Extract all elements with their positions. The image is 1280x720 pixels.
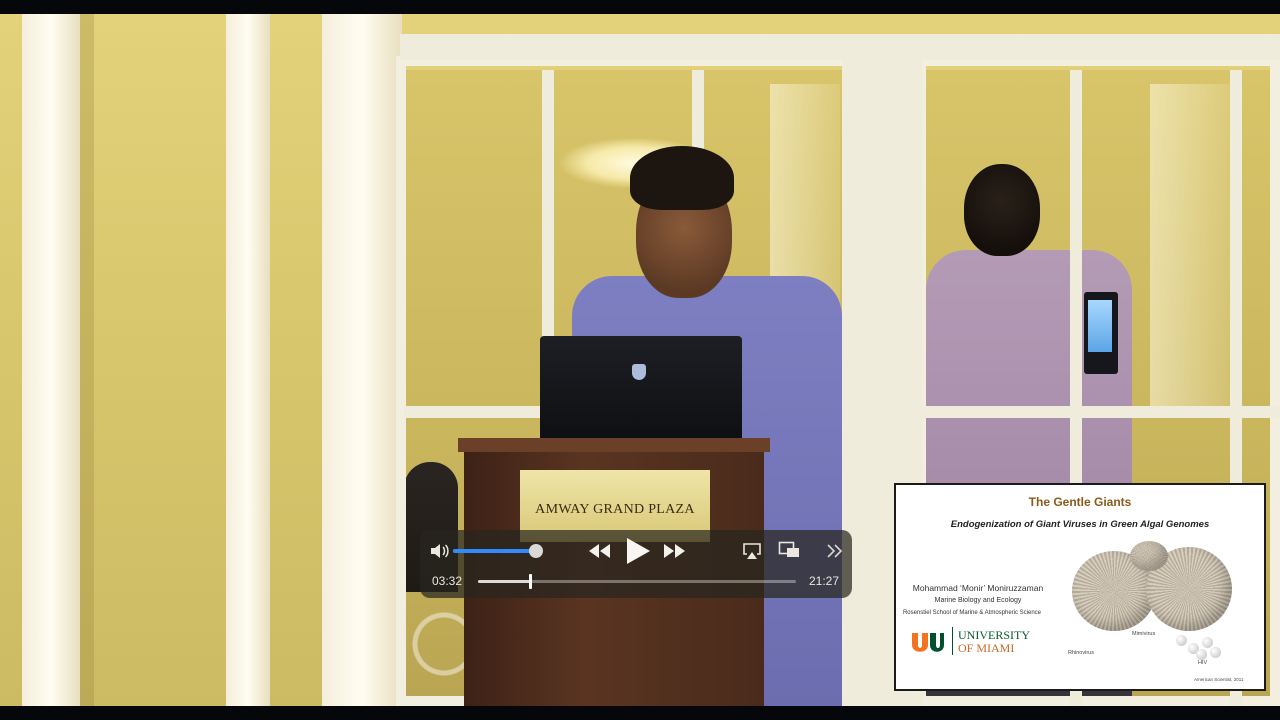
wall-shadow <box>80 14 94 706</box>
airplay-icon[interactable] <box>742 542 762 560</box>
fast-forward-icon[interactable] <box>662 542 686 560</box>
duration: 21:27 <box>809 574 840 588</box>
letterbox-top <box>0 0 1280 14</box>
slide-credit: American Scientist, 2011 <box>1194 677 1244 682</box>
letterbox-bottom <box>0 706 1280 720</box>
virus-image <box>1130 541 1168 571</box>
rewind-icon-svg <box>589 544 610 558</box>
picture-in-picture-icon[interactable] <box>778 541 800 559</box>
chevron-double-right-icon[interactable] <box>826 543 844 559</box>
virus-particle <box>1202 637 1213 648</box>
scrubber-playhead[interactable] <box>529 574 532 589</box>
podium-plaque-text: AMWAY GRAND PLAZA <box>535 502 695 517</box>
university-name: UNIVERSITY OF MIAMI <box>958 629 1030 655</box>
virus-particle <box>1196 649 1207 660</box>
university-logo-icon <box>910 631 946 655</box>
slide-author: Mohammad ‘Monir’ Moniruzzaman <box>912 583 1044 593</box>
logo-divider <box>952 627 953 655</box>
pillar <box>322 14 402 706</box>
fast-forward-icon-svg <box>664 544 685 558</box>
volume-level <box>453 549 536 553</box>
speaker-icon-svg <box>431 544 449 558</box>
current-time: 03:32 <box>432 574 463 588</box>
podium-top <box>458 438 770 452</box>
rewind-icon[interactable] <box>588 542 612 560</box>
chevron-double-right-icon-svg <box>827 544 843 558</box>
airplay-icon-svg <box>743 543 761 559</box>
laptop <box>540 336 742 448</box>
door-header <box>400 34 1280 60</box>
university-logo-svg <box>912 633 944 652</box>
slide-department: Marine Biology and Ecology <box>934 597 1022 604</box>
virus-particle <box>1210 647 1221 658</box>
speaker-hair <box>630 146 734 210</box>
slide-subtitle: Endogenization of Giant Viruses in Green… <box>950 519 1210 530</box>
virus-particle <box>1176 635 1187 646</box>
picture-in-picture-icon-svg <box>778 541 799 557</box>
pillar <box>226 14 270 706</box>
play-icon-svg <box>627 538 650 564</box>
university-name-line2: OF MIAMI <box>958 641 1015 655</box>
speaker-icon[interactable] <box>430 543 450 559</box>
slide-school: Rosenstiel School of Marine & Atmospheri… <box>902 610 1042 616</box>
mimivirus-label: Mimivirus <box>1132 631 1156 637</box>
hiv-label: HIV <box>1198 660 1208 666</box>
video-player[interactable]: AMWAY GRAND PLAZA 03:32 21:27 The Gentle… <box>0 0 1280 720</box>
slide-title: The Gentle Giants <box>1028 495 1132 509</box>
slide-inset: The Gentle Giants Endogenization of Gian… <box>894 483 1266 691</box>
volume-slider-knob[interactable] <box>529 544 543 558</box>
rhinovirus-label: Rhinovirus <box>1068 650 1094 656</box>
play-icon[interactable] <box>624 536 652 566</box>
scrubber-progress <box>478 580 530 583</box>
laptop-logo-icon <box>632 364 646 380</box>
left-pillar <box>22 14 80 706</box>
transom <box>404 406 1280 418</box>
